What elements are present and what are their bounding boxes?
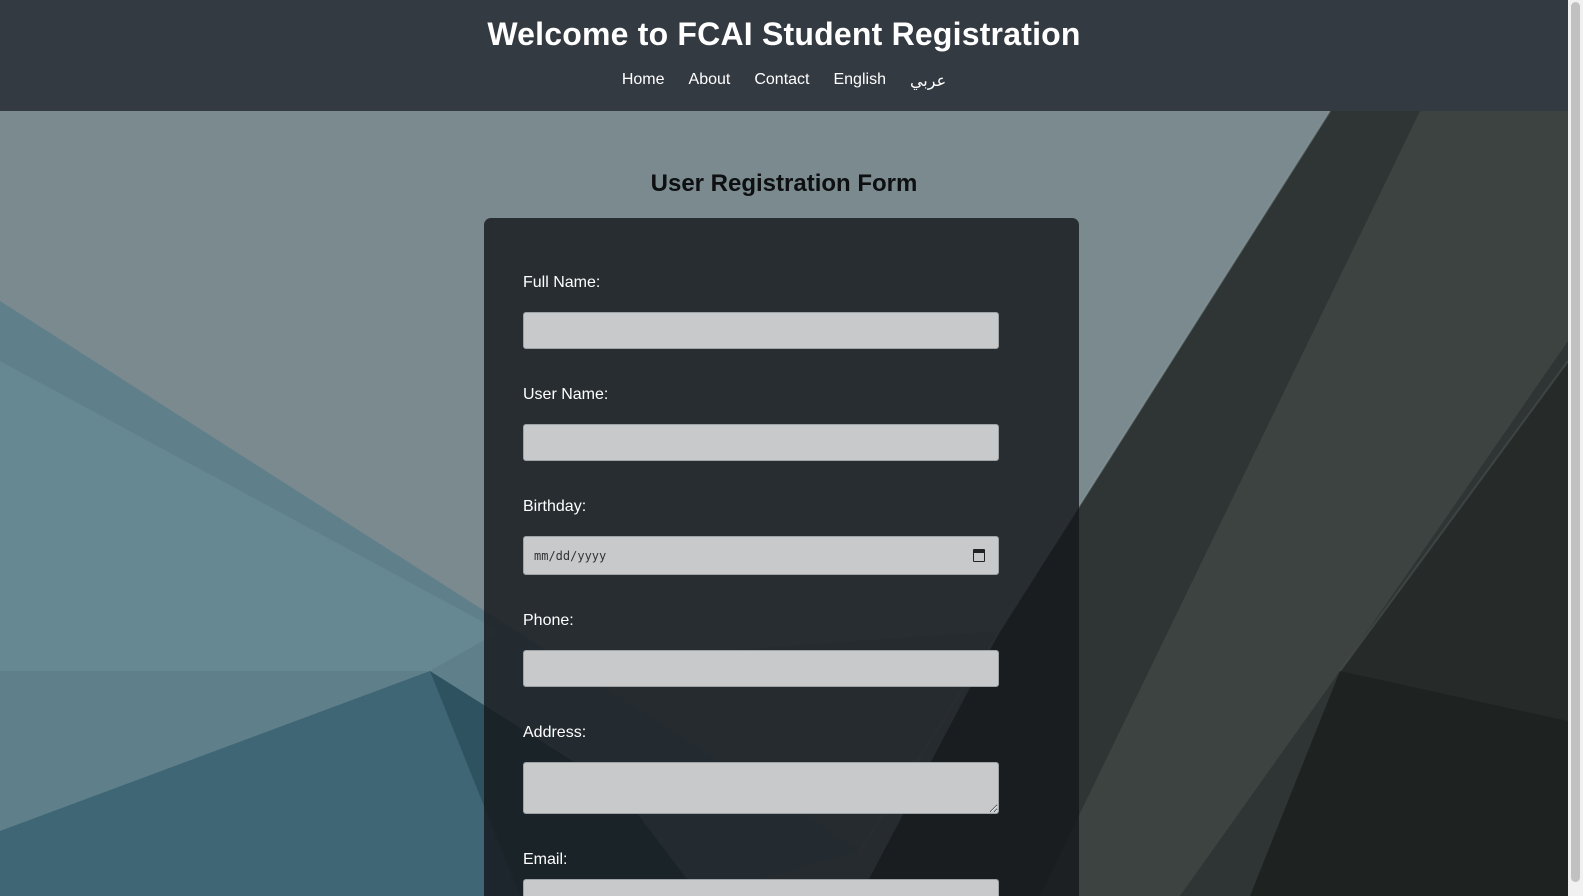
- address-field: Address:: [523, 724, 1079, 814]
- nav-contact-link[interactable]: Contact: [754, 71, 809, 91]
- page-scrollbar[interactable]: [1568, 0, 1583, 896]
- email-input[interactable]: [523, 879, 999, 896]
- birthday-date-input[interactable]: mm/dd/yyyy: [523, 536, 999, 575]
- scrollbar-thumb[interactable]: [1571, 2, 1580, 882]
- user-name-field: User Name:: [523, 386, 1079, 461]
- birthday-label: Birthday:: [523, 498, 587, 515]
- full-name-field: Full Name:: [523, 274, 1079, 349]
- birthday-placeholder: mm/dd/yyyy: [534, 548, 607, 563]
- address-textarea[interactable]: [523, 762, 999, 814]
- phone-field: Phone:: [523, 612, 1079, 687]
- email-field: Email:: [523, 851, 1079, 896]
- site-header: Welcome to FCAI Student Registration Hom…: [0, 0, 1568, 111]
- registration-form: Full Name: User Name: Birthday: mm/dd/yy…: [484, 218, 1079, 896]
- address-label: Address:: [523, 724, 587, 741]
- full-name-input[interactable]: [523, 312, 999, 349]
- calendar-icon[interactable]: [973, 549, 985, 562]
- site-title: Welcome to FCAI Student Registration: [487, 16, 1081, 52]
- birthday-field: Birthday: mm/dd/yyyy: [523, 498, 1079, 575]
- user-name-input[interactable]: [523, 424, 999, 461]
- main-nav: Home About Contact English عربي: [0, 71, 1568, 91]
- email-label: Email:: [523, 851, 568, 868]
- form-title: User Registration Form: [650, 170, 918, 197]
- nav-home-link[interactable]: Home: [622, 71, 665, 91]
- user-name-label: User Name:: [523, 386, 609, 403]
- phone-input[interactable]: [523, 650, 999, 687]
- full-name-label: Full Name:: [523, 274, 601, 291]
- nav-about-link[interactable]: About: [689, 71, 731, 91]
- nav-arabic-link[interactable]: عربي: [910, 71, 946, 91]
- phone-label: Phone:: [523, 612, 574, 629]
- nav-english-link[interactable]: English: [833, 71, 885, 91]
